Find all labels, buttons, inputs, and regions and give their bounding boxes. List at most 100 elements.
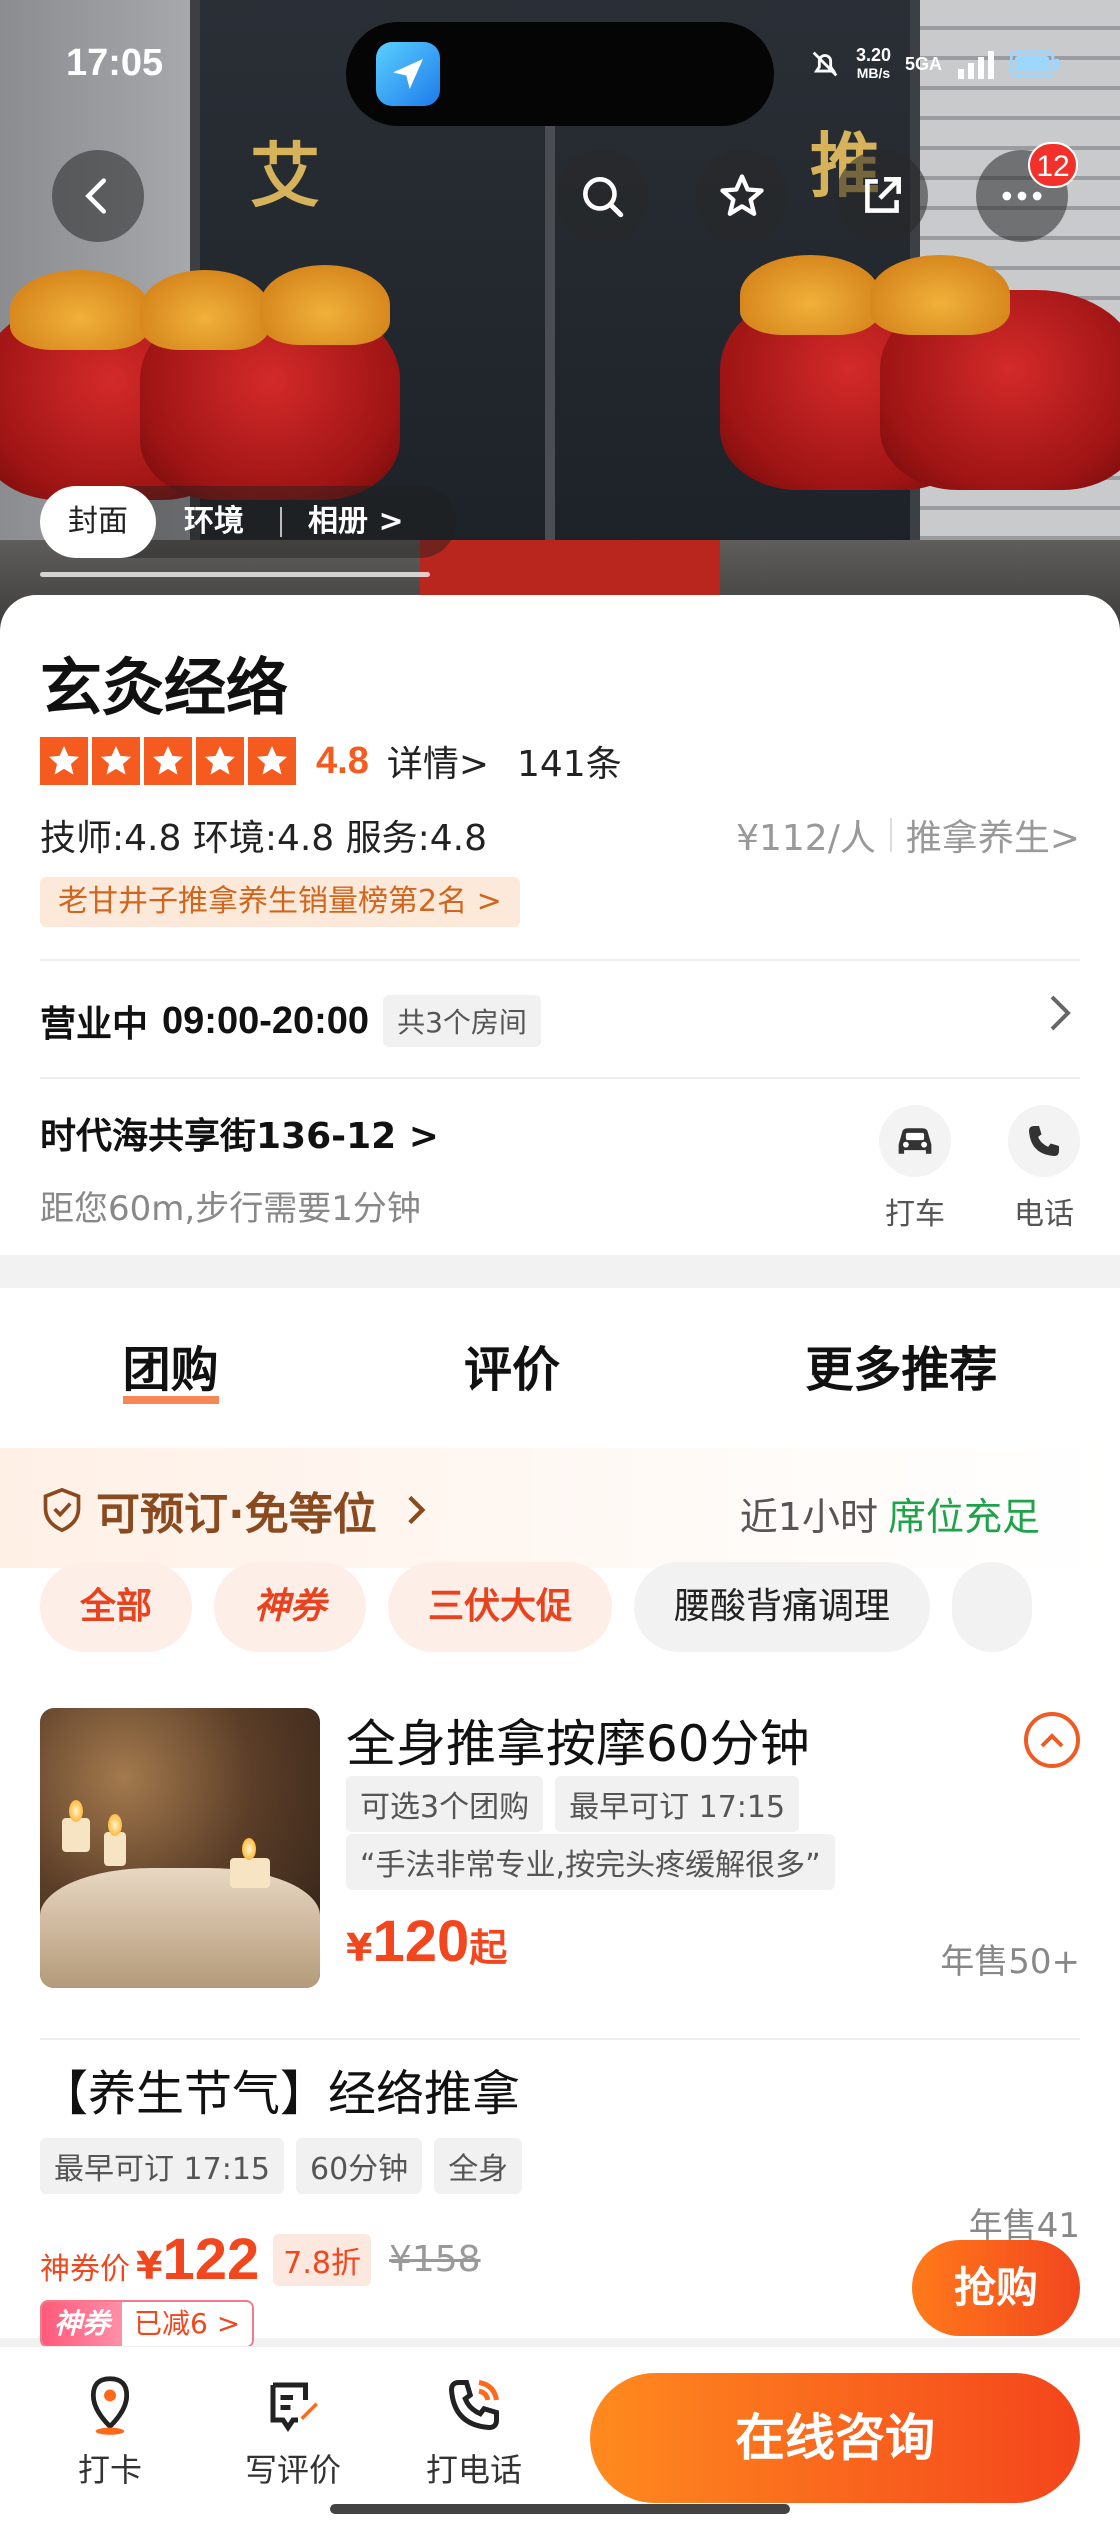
dynamic-island [346,22,774,126]
home-indicator[interactable] [330,2504,790,2514]
search-icon [583,177,624,218]
tab-more-recommendations[interactable]: 更多推荐 [805,1330,997,1406]
booking-label: 可预订·免等位 [96,1489,377,1540]
share-icon [865,177,901,213]
business-hours-row[interactable]: 营业中 09:00-20:00 共3个房间 [40,995,541,1047]
flame [108,1814,122,1836]
chevron-right-icon[interactable] [1046,993,1074,1043]
checkin-label: 打卡 [77,2451,142,2489]
deal-price: 神券价 ¥ 122 7.8折 ¥158 [40,2226,481,2293]
deal-title: 【养生节气】经络推拿 [40,2066,521,2122]
car-icon [879,1105,951,1177]
wheat-decoration [870,255,1010,335]
price-category[interactable]: ¥112/人 推拿养生> [736,809,1080,861]
open-status: 营业中 [40,1004,149,1045]
shop-name: 玄灸经络 [40,651,289,724]
chevron-left-icon [85,178,107,214]
wheat-decoration [140,270,270,350]
review-count[interactable]: 141条 [517,735,622,787]
photo-tab-divider [280,507,282,537]
tab-group-buy[interactable]: 团购 [122,1330,219,1406]
chip-super-coupon[interactable]: 神券 [214,1562,367,1652]
tab-reviews[interactable]: 评价 [464,1330,560,1406]
booking-banner[interactable]: 可预订·免等位 近1小时 席位充足 [0,1448,1120,1568]
divider [889,818,892,852]
availability-info: 近1小时 席位充足 [740,1486,1040,1541]
phone-button[interactable]: 电话 [1004,1105,1084,1233]
deal-tag: 最早可订 17:15 [555,1776,800,1832]
shield-check-icon [43,1487,81,1533]
coupon-tag[interactable]: 神券 已减6 > [40,2300,255,2348]
collapse-button[interactable] [1024,1712,1080,1768]
wheat-decoration [10,270,150,350]
star-icon [248,737,296,785]
back-button[interactable] [52,150,144,242]
hours-time: 09:00-20:00 [162,999,370,1042]
deal-tag: 60分钟 [296,2138,423,2194]
taxi-button[interactable]: 打车 [875,1105,955,1233]
taxi-label: 打车 [885,1197,945,1232]
deal-card[interactable]: 【养生节气】经络推拿 最早可订 17:15 60分钟 全身 年售41 神券价 ¥… [0,2028,1120,2358]
photo-tab-album[interactable]: 相册 > [292,486,432,558]
location-pin-icon [78,2373,142,2437]
price-suffix: 起 [469,1926,508,1970]
chip-summer-promo[interactable]: 三伏大促 [388,1562,613,1652]
chip-partial[interactable] [952,1562,1033,1652]
deal-tag: 可选3个团购 [346,1776,544,1832]
divider [40,1077,1080,1079]
net-speed: 3.20 [855,45,891,65]
category-link[interactable]: 推拿养生> [906,809,1080,861]
shop-info-card: 玄灸经络 4.8 详情> 141条 技师:4.8 环境:4.8 服务:4.8 ¥… [0,595,1120,1255]
rating-details-link[interactable]: 详情> [387,735,489,787]
photo-tab-cover[interactable]: 封面 [40,486,156,558]
flame [242,1838,256,1860]
divider [40,959,1080,961]
bottom-action-bar: 打卡 写评价 打电话 在线咨询 [0,2346,1120,2528]
chip-all[interactable]: 全部 [40,1562,193,1652]
deal-quote: “手法非常专业,按完头疼缓解很多” [346,1834,835,1890]
checkin-button[interactable]: 打卡 [55,2373,165,2491]
original-price: ¥158 [388,2239,481,2280]
chevron-right-icon [407,1495,426,1525]
wheat-decoration [740,255,880,335]
deal-card[interactable]: 全身推拿按摩60分钟 可选3个团购 最早可订 17:15 “手法非常专业,按完头… [0,1708,1120,2008]
call-button[interactable]: 打电话 [419,2373,529,2491]
price-value: 122 [162,2227,260,2292]
status-time: 17:05 [66,42,164,84]
online-consult-button[interactable]: 在线咨询 [590,2373,1080,2503]
deals-section: 团购 评价 更多推荐 可预订·免等位 近1小时 席位充足 全部 神券 三伏大促 腰… [0,1288,1120,2348]
star-outline-icon [720,174,764,216]
write-review-button[interactable]: 写评价 [238,2373,348,2491]
star-icon [196,737,244,785]
coupon-value: 已减6 > [122,2302,253,2346]
network-type: 5GA [904,53,942,74]
candle [230,1858,270,1888]
rank-badge[interactable]: 老甘井子推拿养生销量榜第2名 > [40,877,520,927]
chip-back-pain[interactable]: 腰酸背痛调理 [634,1562,931,1652]
door-frame [545,90,555,560]
candle [104,1832,126,1866]
phone-icon [1008,1105,1080,1177]
massage-bed [40,1868,320,1988]
photo-tab-environment[interactable]: 环境 [156,486,272,558]
navigation-app-icon [376,42,440,106]
price-per-person: ¥112/人 [736,818,876,859]
shop-cover-photo[interactable]: 艾 推 17:05 3.20 MB/s 5GA 12 封面 环境 相册 > [0,0,1120,630]
deal-quote-row: “手法非常专业,按完头疼缓解很多” [346,1834,835,1890]
photo-tabs: 封面 环境 相册 > [40,486,456,558]
deal-tag: 最早可订 17:15 [40,2138,284,2194]
more-button[interactable]: 12 [976,142,1078,242]
favorite-button[interactable] [696,150,788,242]
status-indicators: 3.20 MB/s 5GA [808,46,1060,82]
deal-tag: 全身 [434,2138,523,2194]
rating-row[interactable]: 4.8 详情> 141条 [40,735,622,787]
search-button[interactable] [556,150,648,242]
chevron-up-icon [1040,1733,1064,1748]
buy-button[interactable]: 抢购 [912,2240,1080,2336]
shop-address[interactable]: 时代海共享街136-12 > [40,1107,439,1159]
edit-review-icon [261,2373,325,2437]
star-icon [40,737,88,785]
wheat-decoration [260,265,390,345]
red-mat [420,540,720,595]
share-button[interactable] [836,150,928,242]
